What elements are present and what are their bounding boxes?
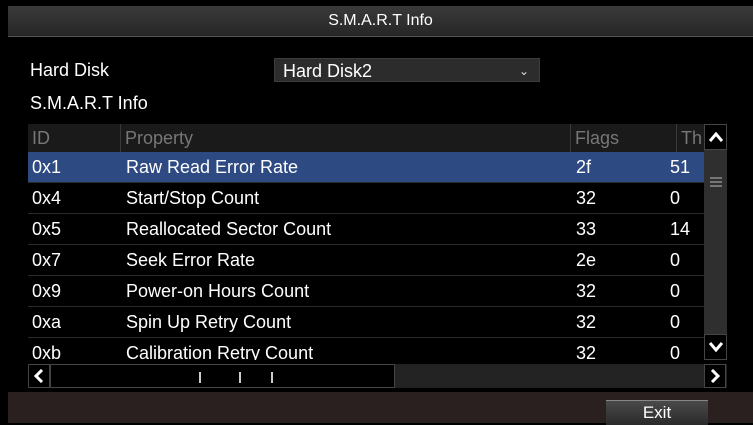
- cell-property: Start/Stop Count: [126, 188, 260, 208]
- cell-id: 0xa: [32, 312, 62, 332]
- vertical-scrollbar[interactable]: [704, 124, 727, 360]
- smart-info-window: S.M.A.R.T Info Hard Disk Hard Disk2 ⌄ S.…: [0, 0, 753, 425]
- horizontal-scrollbar[interactable]: [28, 364, 727, 388]
- vertical-scroll-thumb[interactable]: [707, 154, 724, 210]
- chevron-down-icon: ⌄: [518, 64, 529, 78]
- horizontal-scroll-thumb[interactable]: [50, 364, 395, 388]
- table-row[interactable]: 0x1 Raw Read Error Rate 2f 51: [28, 152, 704, 183]
- cell-flags: 33: [576, 219, 597, 239]
- dialog-footer: Exit: [8, 392, 753, 425]
- cell-threshold: 51: [670, 157, 691, 177]
- column-header-property[interactable]: Property: [120, 124, 570, 152]
- cell-flags: 2f: [576, 157, 592, 177]
- table-row[interactable]: 0x4 Start/Stop Count 32 0: [28, 183, 704, 214]
- cell-property: Seek Error Rate: [126, 250, 256, 270]
- table-row[interactable]: 0x9 Power-on Hours Count 32 0: [28, 276, 704, 307]
- window-titlebar: S.M.A.R.T Info: [8, 6, 753, 37]
- chevron-up-icon: [708, 132, 723, 142]
- chevron-left-icon: [34, 369, 44, 383]
- cell-threshold: 14: [670, 219, 691, 239]
- cell-flags: 2e: [576, 250, 597, 270]
- grip-line: [271, 372, 273, 383]
- smart-info-section-label: S.M.A.R.T Info: [30, 93, 148, 113]
- cell-id: 0xb: [32, 343, 62, 360]
- scroll-right-button[interactable]: [704, 364, 726, 388]
- smart-info-table: ID Property Flags Th 0x1 Raw Read Error …: [28, 124, 704, 360]
- cell-property: Reallocated Sector Count: [126, 219, 332, 239]
- window-title: S.M.A.R.T Info: [328, 12, 433, 29]
- scroll-left-button[interactable]: [28, 364, 50, 388]
- table-header: ID Property Flags Th: [28, 124, 704, 152]
- cell-id: 0x5: [32, 219, 62, 239]
- scroll-down-button[interactable]: [704, 334, 727, 360]
- cell-property: Spin Up Retry Count: [126, 312, 292, 332]
- cell-id: 0x4: [32, 188, 62, 208]
- column-header-threshold[interactable]: Th: [676, 124, 704, 152]
- cell-property: Raw Read Error Rate: [126, 157, 299, 177]
- grip-line: [239, 372, 241, 383]
- chevron-right-icon: [710, 369, 720, 383]
- table-row[interactable]: 0x5 Reallocated Sector Count 33 14: [28, 214, 704, 245]
- grip-lines-icon: [709, 177, 722, 187]
- column-header-flags[interactable]: Flags: [570, 124, 676, 152]
- cell-flags: 32: [576, 343, 597, 360]
- hard-disk-select[interactable]: Hard Disk2 ⌄: [274, 58, 540, 82]
- table-row[interactable]: 0xb Calibration Retry Count 32 0: [28, 338, 704, 360]
- cell-id: 0x9: [32, 281, 62, 301]
- cell-threshold: 0: [670, 188, 681, 208]
- scroll-up-button[interactable]: [704, 124, 727, 150]
- cell-flags: 32: [576, 281, 597, 301]
- cell-property: Calibration Retry Count: [126, 343, 314, 360]
- chevron-down-icon: [708, 342, 723, 352]
- cell-threshold: 0: [670, 281, 681, 301]
- cell-property: Power-on Hours Count: [126, 281, 310, 301]
- table-row[interactable]: 0x7 Seek Error Rate 2e 0: [28, 245, 704, 276]
- cell-flags: 32: [576, 188, 597, 208]
- cell-id: 0x1: [32, 157, 62, 177]
- table-row[interactable]: 0xa Spin Up Retry Count 32 0: [28, 307, 704, 338]
- hard-disk-select-value: Hard Disk2: [283, 61, 373, 81]
- cell-threshold: 0: [670, 312, 681, 332]
- cell-flags: 32: [576, 312, 597, 332]
- column-header-id[interactable]: ID: [28, 124, 120, 152]
- grip-line: [199, 372, 201, 383]
- cell-id: 0x7: [32, 250, 62, 270]
- cell-threshold: 0: [670, 250, 681, 270]
- hard-disk-label: Hard Disk: [30, 60, 110, 80]
- exit-button[interactable]: Exit: [606, 400, 708, 425]
- cell-threshold: 0: [670, 343, 681, 360]
